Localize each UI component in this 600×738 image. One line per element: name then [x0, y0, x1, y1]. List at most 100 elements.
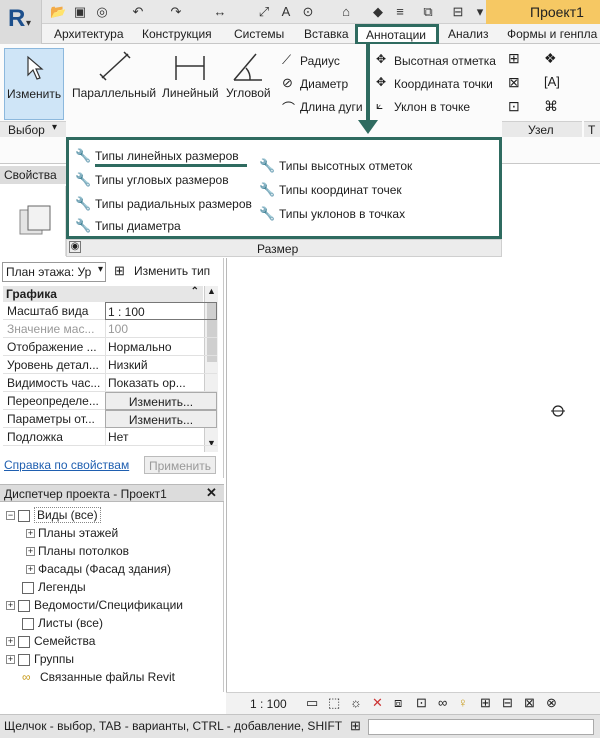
tab-structure[interactable]: Конструкция — [142, 27, 212, 41]
open-icon[interactable]: 📂 — [50, 4, 66, 19]
scroll-up-icon[interactable]: ▲ — [207, 286, 216, 296]
thin-lines-icon[interactable]: ≡ — [392, 4, 408, 19]
close-icon[interactable]: ✕ — [206, 485, 217, 501]
constraints-icon[interactable]: ⊠ — [524, 695, 535, 711]
status-combo[interactable] — [368, 719, 594, 735]
pin-icon[interactable]: ◉ — [69, 241, 81, 253]
worksets-icon[interactable]: ⊞ — [350, 718, 361, 734]
prop-row-display[interactable]: Отображение ... Нормально — [3, 338, 217, 356]
prop-value-input[interactable]: 1 : 100 — [105, 302, 217, 320]
expand-toggle[interactable]: + — [26, 565, 35, 575]
sun-path-icon[interactable]: ☼ — [350, 695, 362, 710]
tab-architecture[interactable]: Архитектура — [54, 27, 124, 41]
panel-select[interactable]: Выбор ▾ — [0, 121, 66, 137]
aligned-dimension-label[interactable]: Параллельный — [72, 86, 156, 100]
modify-button[interactable]: Изменить — [4, 48, 64, 120]
region-icon[interactable]: ❖ — [544, 50, 557, 67]
expand-toggle[interactable]: + — [6, 655, 15, 665]
revision-cloud-icon[interactable]: ⊡ — [508, 98, 520, 115]
menu-item-diameter-types[interactable]: 🔧 Типы диаметра — [75, 218, 181, 234]
apply-button[interactable]: Применить — [144, 456, 216, 474]
aligned-dim-icon[interactable]: ⤢ — [256, 4, 272, 19]
spot-coordinate-button[interactable]: Координата точки — [394, 77, 493, 91]
tree-item-legends[interactable]: Легенды — [22, 580, 86, 594]
sync-icon[interactable]: ◎ — [94, 4, 110, 19]
shadows-icon[interactable]: ✕ — [372, 695, 383, 711]
prop-row-display-options[interactable]: Параметры от... Изменить... — [3, 410, 217, 428]
tree-item-families[interactable]: + Семейства — [6, 634, 95, 648]
expand-toggle[interactable]: + — [26, 547, 35, 557]
component-icon[interactable]: ⊠ — [508, 74, 520, 91]
switch-windows-icon[interactable]: ⊟ — [450, 4, 466, 19]
linear-dimension-icon[interactable] — [172, 52, 208, 82]
crop-view-icon[interactable]: ⧈ — [394, 695, 402, 711]
angular-dimension-label[interactable]: Угловой — [226, 86, 271, 100]
tree-item-elevations[interactable]: + Фасады (Фасад здания) — [26, 562, 171, 576]
edit-overrides-button[interactable]: Изменить... — [105, 392, 217, 410]
tab-systems[interactable]: Системы — [234, 27, 284, 41]
menu-item-linear-dim-types[interactable]: 🔧 Типы линейных размеров — [75, 148, 239, 164]
prop-value[interactable]: Показать ор... — [105, 374, 217, 392]
radius-button[interactable]: Радиус — [300, 54, 340, 68]
expand-toggle[interactable]: + — [26, 529, 35, 539]
menu-item-angular-dim-types[interactable]: 🔧 Типы угловых размеров — [75, 172, 229, 188]
text-icon[interactable]: A — [278, 4, 294, 19]
crop-region-icon[interactable]: ⊡ — [416, 695, 427, 711]
prop-value[interactable]: Нормально — [105, 338, 217, 356]
tree-item-ceiling-plans[interactable]: + Планы потолков — [26, 544, 129, 558]
tab-analyze[interactable]: Анализ — [448, 27, 489, 41]
edit-type-button[interactable]: Изменить тип — [134, 264, 210, 278]
tab-massing[interactable]: Формы и генпла — [507, 27, 597, 41]
undo-icon[interactable]: ↶ — [130, 4, 146, 19]
detail-level-icon[interactable]: ▭ — [306, 695, 318, 711]
type-selector[interactable]: План этажа: Ур ▾ — [2, 262, 106, 282]
detail-line-icon[interactable]: ⊞ — [508, 50, 520, 67]
spot-slope-button[interactable]: Уклон в точке — [394, 100, 470, 114]
revit-logo[interactable]: R ▾ — [0, 0, 42, 44]
arc-length-button[interactable]: Длина дуги — [300, 100, 363, 114]
temp-hide-icon[interactable]: ∞ — [438, 695, 447, 710]
save-icon[interactable]: ▣ — [72, 4, 88, 19]
aligned-dimension-icon[interactable] — [98, 50, 134, 84]
tree-item-views[interactable]: − Виды (все) — [6, 507, 101, 523]
diameter-button[interactable]: Диаметр — [300, 77, 348, 91]
section-graphics[interactable]: Графика ⌃ — [3, 286, 203, 302]
menu-item-radial-dim-types[interactable]: 🔧 Типы радиальных размеров — [75, 196, 252, 212]
prop-row-detail-level[interactable]: Уровень детал... Низкий — [3, 356, 217, 374]
detail-group-icon[interactable]: [A] — [544, 74, 560, 89]
measure-icon[interactable]: ↔ — [212, 4, 228, 19]
redo-icon[interactable]: ↷ — [168, 4, 184, 19]
tree-item-groups[interactable]: + Группы — [6, 652, 74, 666]
highlight-displacement-icon[interactable]: ⊗ — [546, 695, 557, 711]
tree-item-schedules[interactable]: + Ведомости/Спецификации — [6, 598, 183, 612]
collapse-toggle[interactable]: − — [6, 511, 15, 521]
tab-annotate[interactable]: Аннотации — [355, 24, 439, 45]
tag-icon[interactable]: ⊙ — [300, 4, 316, 19]
worksharing-icon[interactable]: ⊞ — [480, 695, 491, 711]
menu-item-spot-coordinate-types[interactable]: 🔧 Типы координат точек — [259, 182, 402, 198]
properties-help-link[interactable]: Справка по свойствам — [4, 458, 129, 472]
tree-item-sheets[interactable]: Листы (все) — [22, 616, 103, 630]
prop-row-overrides[interactable]: Переопределе... Изменить... — [3, 392, 217, 410]
prop-row-underlay[interactable]: Подложка Нет — [3, 428, 217, 446]
tab-insert[interactable]: Вставка — [304, 27, 349, 41]
visual-style-icon[interactable]: ⬚ — [328, 695, 340, 711]
elevation-marker-icon[interactable] — [551, 404, 565, 418]
prop-row-parts-visibility[interactable]: Видимость час... Показать ор... — [3, 374, 217, 392]
reveal-hidden-icon[interactable]: ♀ — [458, 695, 468, 710]
insulation-icon[interactable]: ⌘ — [544, 98, 558, 115]
linear-dimension-label[interactable]: Линейный — [162, 86, 219, 100]
drawing-canvas[interactable] — [226, 258, 600, 692]
section-icon[interactable]: ◆ — [370, 4, 386, 19]
angular-dimension-icon[interactable] — [230, 50, 266, 84]
menu-item-spot-slope-types[interactable]: 🔧 Типы уклонов в точках — [259, 206, 405, 222]
expand-toggle[interactable]: + — [6, 637, 15, 647]
menu-item-spot-elevation-types[interactable]: 🔧 Типы высотных отметок — [259, 158, 412, 174]
prop-row-view-scale[interactable]: Масштаб вида 1 : 100 — [3, 302, 217, 320]
prop-value[interactable]: Низкий — [105, 356, 217, 374]
tree-item-revit-links[interactable]: ∞ Связанные файлы Revit — [22, 670, 175, 684]
tree-item-floor-plans[interactable]: + Планы этажей — [26, 526, 118, 540]
expand-toggle[interactable]: + — [6, 601, 15, 611]
close-hidden-icon[interactable]: ⧉ — [420, 4, 436, 19]
view-scale[interactable]: 1 : 100 — [250, 697, 287, 711]
